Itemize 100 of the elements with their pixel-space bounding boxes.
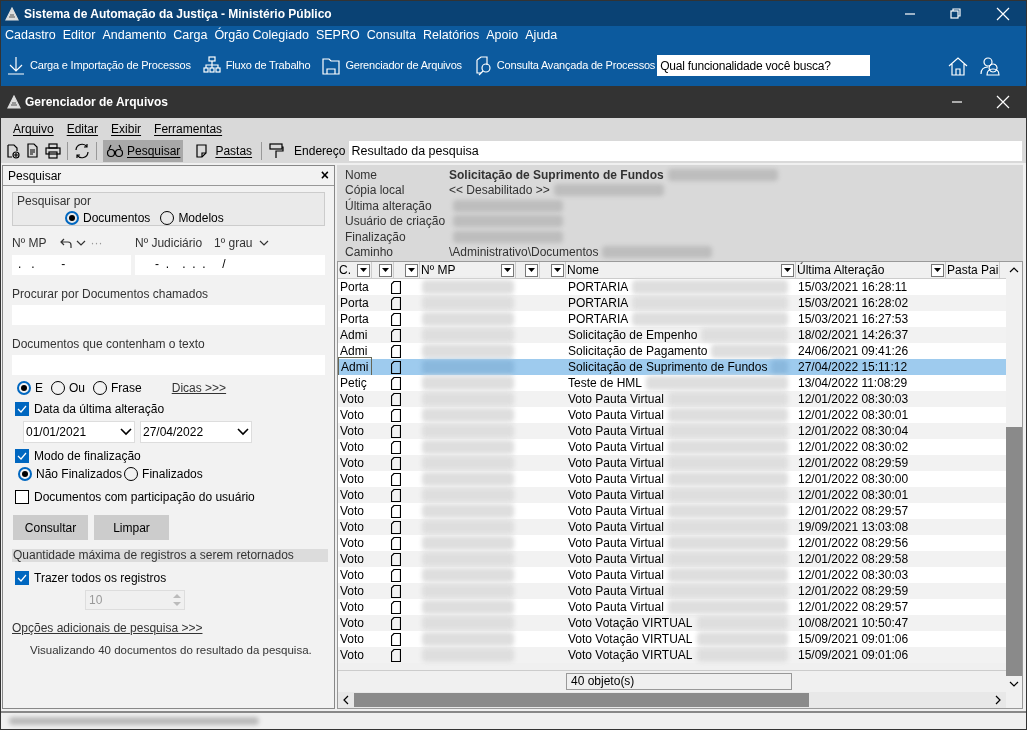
menu-item[interactable]: Consulta xyxy=(366,26,416,45)
radio-button[interactable] xyxy=(17,381,31,395)
folder-icon[interactable] xyxy=(322,55,341,76)
table-row[interactable]: Voto Voto Pauta Virtual 12/01/2022 08:29:57 xyxy=(338,503,1006,519)
close-icon[interactable] xyxy=(996,6,1010,21)
menu-item[interactable]: SEPRO xyxy=(315,26,360,45)
filter-dropdown[interactable] xyxy=(379,263,392,277)
column-header[interactable]: Pasta Pai xyxy=(947,261,999,279)
filter-dropdown[interactable] xyxy=(525,263,538,277)
checkbox[interactable] xyxy=(15,449,29,463)
table-cell-text: Voto Votação VIRTUAL xyxy=(568,615,693,632)
table-cell-text: 12/01/2022 08:30:01 xyxy=(797,407,909,424)
filter-dropdown[interactable] xyxy=(931,263,944,277)
redaction xyxy=(771,360,788,374)
menu-item[interactable]: Carga xyxy=(173,26,208,45)
menu-item[interactable]: Andamento xyxy=(102,26,167,45)
filter-dropdown[interactable] xyxy=(781,263,794,277)
filter-dropdown[interactable] xyxy=(357,263,370,277)
action-button[interactable]: Limpar xyxy=(94,515,169,540)
menu-item[interactable]: Cadastro xyxy=(5,26,56,45)
search-field[interactable]: Qual funcionalidade você busca? xyxy=(657,55,871,76)
shortcut-link[interactable]: Gerenciador de Arquivos xyxy=(345,57,462,74)
table-row[interactable]: Porta PORTARIA 15/03/2021 16:28:11 xyxy=(338,279,1006,295)
table-row[interactable]: Voto Voto Pauta Virtual 12/01/2022 08:30:01 xyxy=(338,407,1006,423)
menu-item[interactable]: Ferramentas xyxy=(154,120,223,138)
horizontal-scrollbar[interactable] xyxy=(338,692,1006,708)
hierarchy-icon[interactable] xyxy=(202,55,221,76)
menu-item[interactable]: Editar xyxy=(66,120,99,138)
column-header[interactable]: C. xyxy=(339,261,351,279)
address-field[interactable]: Resultado da pesquisa xyxy=(349,141,1022,161)
menu-item[interactable]: Editor xyxy=(62,26,96,45)
detail-label: Caminho xyxy=(345,244,395,262)
checkbox[interactable] xyxy=(15,571,29,585)
checkbox[interactable] xyxy=(15,490,29,504)
table-row[interactable]: Voto Voto Pauta Virtual 12/01/2022 08:29:57 xyxy=(338,599,1006,615)
filter-dropdown[interactable] xyxy=(551,263,564,277)
toolbar-button[interactable]: Pesquisar xyxy=(103,140,184,162)
document-icon xyxy=(391,600,401,614)
table-row[interactable]: Admi Solicitação de Suprimento de Fundos 27/04/2022 15:11:12 xyxy=(338,359,1006,375)
table-cell-text: Voto xyxy=(339,503,366,520)
close-button[interactable]: × xyxy=(320,165,329,186)
table-row[interactable]: Voto Voto Pauta Virtual 12/01/2022 08:30:03 xyxy=(338,567,1006,583)
home-icon[interactable] xyxy=(948,55,968,76)
column-header[interactable]: Nome xyxy=(567,261,599,279)
dropdown-arrow-icon xyxy=(784,268,791,272)
input-field[interactable]: . . - xyxy=(12,255,131,275)
restore-icon[interactable] xyxy=(950,7,962,20)
scrollbar-thumb[interactable] xyxy=(1006,427,1022,676)
table-cell-text: 12/01/2022 08:29:58 xyxy=(797,551,909,568)
download-icon[interactable] xyxy=(7,55,25,76)
document-list-icon[interactable] xyxy=(25,143,41,159)
table-cell-text: Voto xyxy=(339,583,366,600)
column-header[interactable]: Nº MP xyxy=(421,261,456,279)
filter-dropdown[interactable] xyxy=(405,263,418,277)
refresh-icon[interactable] xyxy=(74,143,90,159)
document-icon xyxy=(391,408,401,422)
table-row[interactable]: Voto Voto Pauta Virtual 12/01/2022 08:29:56 xyxy=(338,535,1006,551)
tips-link[interactable]: Dicas >>> xyxy=(171,379,227,397)
shortcut-link[interactable]: Fluxo de Trabalho xyxy=(225,57,311,74)
checkbox[interactable] xyxy=(15,402,29,416)
menu-item[interactable]: Ajuda xyxy=(525,26,558,45)
table-cell-text: Admi xyxy=(339,343,369,360)
table-cell-text: Voto xyxy=(339,471,366,488)
date-picker[interactable]: 27/04/2022 xyxy=(140,421,252,443)
users-icon[interactable] xyxy=(980,55,1002,76)
shortcut-link[interactable]: Consulta Avançada de Processos xyxy=(496,57,656,74)
table-row[interactable]: Petiç Teste de HML 13/04/2022 11:08:29 xyxy=(338,375,1006,391)
menu-item[interactable]: Órgão Colegiado xyxy=(214,26,309,45)
document-search-icon[interactable] xyxy=(473,55,492,76)
table-row[interactable]: Porta PORTARIA 15/03/2021 16:27:53 xyxy=(338,311,1006,327)
table-row[interactable]: Voto Voto Votação VIRTUAL 15/09/2021 09:01:06 xyxy=(338,631,1006,647)
menu-item[interactable]: Exibir xyxy=(111,120,142,138)
menu-item[interactable]: Apoio xyxy=(486,26,519,45)
undo-icon[interactable] xyxy=(60,237,73,249)
options-link[interactable]: Opções adicionais de pesquisa >>> xyxy=(12,619,203,637)
filter-dropdown[interactable] xyxy=(501,263,514,277)
status-field: 40 objeto(s) xyxy=(566,673,792,690)
date-picker[interactable]: 01/01/2021 xyxy=(23,421,135,443)
table-cell-text: Voto Pauta Virtual xyxy=(568,519,664,536)
table-cell-text: Voto xyxy=(339,519,366,536)
toolbar-button[interactable]: Pastas xyxy=(191,140,256,162)
print-icon[interactable] xyxy=(45,143,61,159)
close-icon[interactable] xyxy=(996,95,1010,109)
scrollbar-thumb[interactable] xyxy=(354,693,809,707)
radio-button[interactable] xyxy=(65,211,79,225)
menu-item[interactable]: Arquivo xyxy=(13,120,54,138)
caret-icon[interactable] xyxy=(76,239,87,247)
caret-icon[interactable] xyxy=(258,239,269,247)
table-cell-text: Voto Pauta Virtual xyxy=(568,551,664,568)
shortcut-link[interactable]: Carga e Importação de Processos xyxy=(30,57,191,74)
column-header[interactable]: Última Alteração xyxy=(797,261,885,279)
menu-item[interactable]: Relatórios xyxy=(423,26,480,45)
table-cell-text: Solicitação de Suprimento de Fundos xyxy=(568,359,768,376)
table-row[interactable]: Voto Voto Pauta Virtual 12/01/2022 08:30:02 xyxy=(338,439,1006,455)
radio-button[interactable] xyxy=(18,467,32,481)
input-field[interactable]: - . . . . / xyxy=(135,255,325,275)
new-document-icon[interactable] xyxy=(5,143,21,159)
table-row[interactable]: Voto Voto Pauta Virtual 12/01/2022 08:30:00 xyxy=(338,471,1006,487)
action-button[interactable]: Consultar xyxy=(13,515,88,540)
table-row[interactable]: Admi Solicitação de Pagamento 24/06/2021 09:41:26 xyxy=(338,343,1006,359)
